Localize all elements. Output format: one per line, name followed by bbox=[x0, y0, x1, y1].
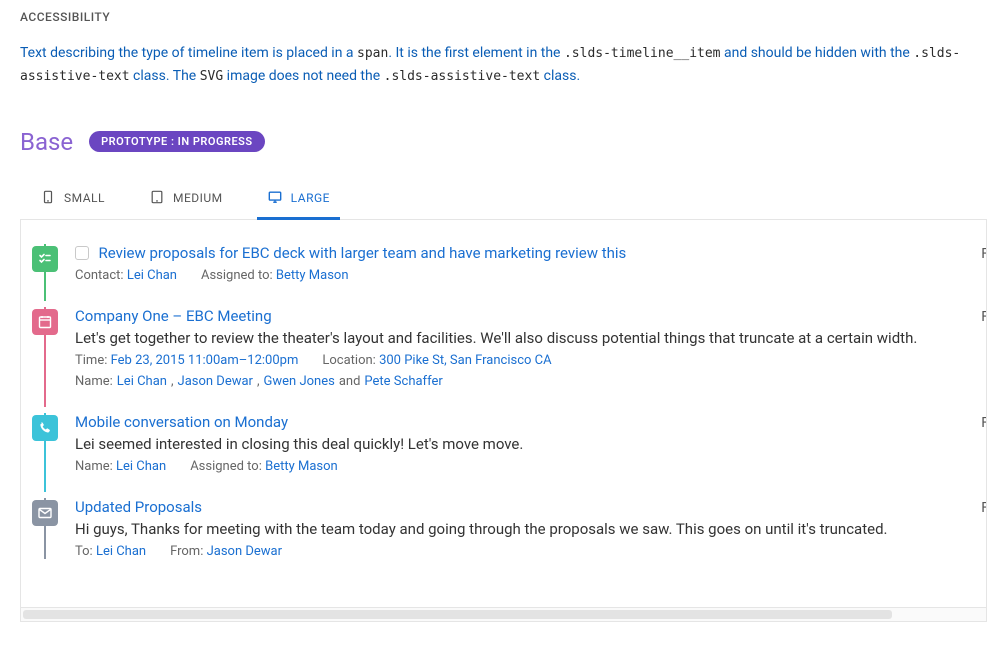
timeline-content: Mobile conversation on Monday Lei seemed… bbox=[75, 413, 965, 474]
variant-title: Base bbox=[20, 128, 73, 156]
task-icon bbox=[32, 246, 58, 272]
intro-text: image does not need the bbox=[223, 68, 383, 84]
meta-row: Name: Lei Chan Assigned to: Betty Mason bbox=[75, 459, 965, 474]
size-tabs: SMALL MEDIUM LARGE bbox=[20, 180, 987, 220]
status-badge: PROTOTYPE : IN PROGRESS bbox=[89, 131, 264, 152]
intro-text: Text describing the type of timeline ite… bbox=[20, 45, 357, 61]
timeline-item-task: Review proposals for EBC deck with large… bbox=[31, 238, 987, 301]
meta-label: From: bbox=[170, 544, 203, 559]
truncated-right: F bbox=[981, 498, 987, 559]
intro-text: class. The bbox=[130, 68, 200, 84]
truncated-right: F bbox=[981, 307, 987, 389]
meta-label: Time: bbox=[75, 353, 107, 368]
variant-header: Base PROTOTYPE : IN PROGRESS bbox=[20, 128, 987, 156]
timeline-rail bbox=[31, 413, 59, 474]
code-svg: SVG bbox=[200, 69, 223, 84]
meta-link[interactable]: Lei Chan bbox=[96, 544, 146, 559]
meta-link[interactable]: 300 Pike St, San Francisco CA bbox=[379, 353, 552, 368]
meta-row: To: Lei Chan From: Jason Dewar bbox=[75, 544, 965, 559]
timeline-rail bbox=[31, 244, 59, 283]
meta-row: Time: Feb 23, 2015 11:00am–12:00pm Locat… bbox=[75, 353, 965, 368]
meta-label: Name: bbox=[75, 374, 113, 389]
timeline-title-link[interactable]: Review proposals for EBC deck with large… bbox=[98, 244, 626, 262]
phone-icon bbox=[40, 190, 56, 207]
timeline-content: Review proposals for EBC deck with large… bbox=[75, 244, 965, 283]
timeline-item-event: Company One – EBC Meeting Let's get toge… bbox=[31, 301, 987, 407]
meta-row: Name: Lei Chan, Jason Dewar, Gwen Jones … bbox=[75, 374, 965, 389]
meta-label: Assigned to: bbox=[190, 459, 262, 474]
meta-link[interactable]: Betty Mason bbox=[265, 459, 338, 474]
desktop-icon bbox=[267, 190, 283, 207]
meta-label: To: bbox=[75, 544, 93, 559]
tab-label: LARGE bbox=[291, 191, 330, 205]
meta-link[interactable]: Pete Schaffer bbox=[364, 374, 442, 389]
meta-link[interactable]: Gwen Jones bbox=[264, 374, 335, 389]
tablet-icon bbox=[149, 190, 165, 207]
timeline: Review proposals for EBC deck with large… bbox=[31, 238, 987, 577]
timeline-rail bbox=[31, 498, 59, 559]
tab-small[interactable]: SMALL bbox=[36, 180, 109, 219]
truncated-right: F bbox=[981, 244, 987, 283]
task-checkbox[interactable] bbox=[75, 246, 89, 260]
meta-link[interactable]: Lei Chan bbox=[127, 268, 177, 283]
timeline-desc: Lei seemed interested in closing this de… bbox=[75, 435, 965, 453]
tab-label: SMALL bbox=[64, 191, 105, 205]
timeline-desc: Hi guys, Thanks for meeting with the tea… bbox=[75, 520, 965, 538]
meta-link[interactable]: Jason Dewar bbox=[178, 374, 253, 389]
meta-link[interactable]: Lei Chan bbox=[116, 459, 166, 474]
truncated-right: F bbox=[981, 413, 987, 474]
tab-medium[interactable]: MEDIUM bbox=[145, 180, 227, 219]
meta-label: Contact: bbox=[75, 268, 124, 283]
example-panel: Review proposals for EBC deck with large… bbox=[20, 220, 987, 608]
timeline-rail bbox=[31, 307, 59, 389]
code-span: span bbox=[357, 46, 388, 61]
meta-link[interactable]: Feb 23, 2015 11:00am–12:00pm bbox=[111, 353, 299, 368]
meta-label: Location: bbox=[322, 353, 375, 368]
intro-paragraph: Text describing the type of timeline ite… bbox=[20, 42, 987, 88]
timeline-title-link[interactable]: Mobile conversation on Monday bbox=[75, 413, 288, 431]
meta-link[interactable]: Lei Chan bbox=[117, 374, 167, 389]
tab-large[interactable]: LARGE bbox=[263, 180, 334, 219]
timeline-content: Company One – EBC Meeting Let's get toge… bbox=[75, 307, 965, 389]
meta-link[interactable]: Jason Dewar bbox=[207, 544, 282, 559]
tab-label: MEDIUM bbox=[173, 191, 223, 205]
intro-text: and should be hidden with the bbox=[721, 45, 914, 61]
call-icon bbox=[32, 415, 58, 441]
section-heading: ACCESSIBILITY bbox=[20, 10, 987, 24]
meta-link[interactable]: Betty Mason bbox=[276, 268, 349, 283]
meta-label: Assigned to: bbox=[201, 268, 273, 283]
horizontal-scrollbar[interactable] bbox=[20, 608, 987, 622]
meta-row: Contact: Lei Chan Assigned to: Betty Mas… bbox=[75, 268, 965, 283]
intro-text: class. bbox=[540, 68, 580, 84]
timeline-content: Updated Proposals Hi guys, Thanks for me… bbox=[75, 498, 965, 559]
timeline-item-email: Updated Proposals Hi guys, Thanks for me… bbox=[31, 492, 987, 577]
timeline-title-link[interactable]: Updated Proposals bbox=[75, 498, 202, 516]
code-assistive-text-2: .slds-assistive-text bbox=[384, 69, 541, 84]
code-timeline-item: .slds-timeline__item bbox=[564, 46, 721, 61]
timeline-title-link[interactable]: Company One – EBC Meeting bbox=[75, 307, 272, 325]
meta-and: and bbox=[339, 374, 361, 389]
intro-text: . It is the first element in the bbox=[388, 45, 564, 61]
timeline-item-call: Mobile conversation on Monday Lei seemed… bbox=[31, 407, 987, 492]
timeline-desc: Let's get together to review the theater… bbox=[75, 329, 965, 347]
meta-label: Name: bbox=[75, 459, 113, 474]
event-icon bbox=[32, 309, 58, 335]
email-icon bbox=[32, 500, 58, 526]
